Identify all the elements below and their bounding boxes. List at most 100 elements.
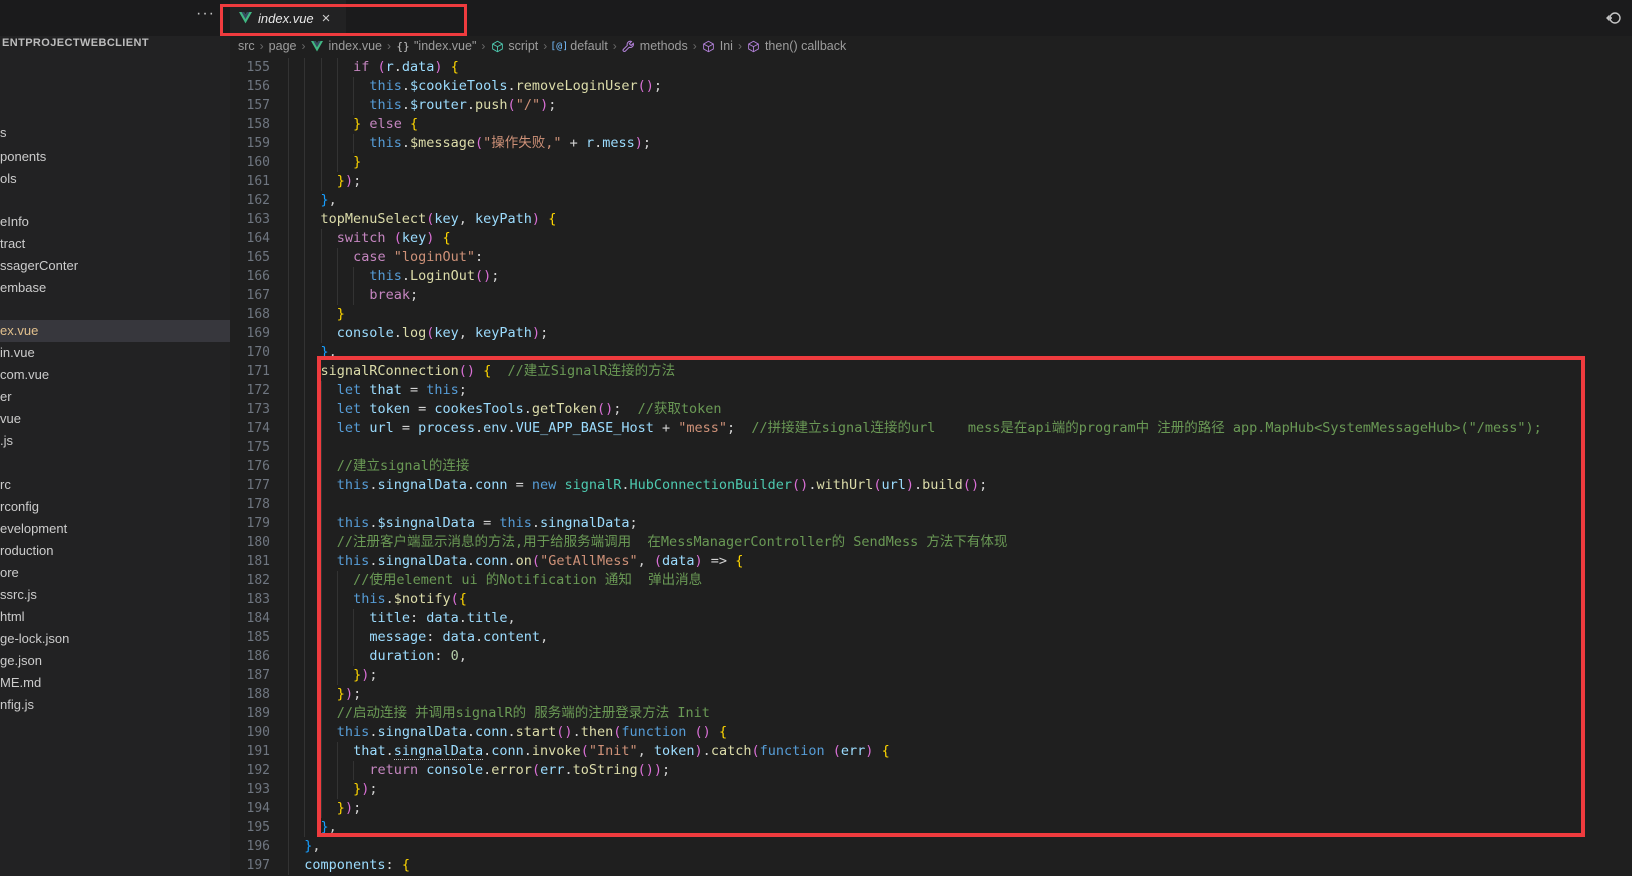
code-line[interactable]: 193 }); [230,780,1632,799]
editor-layout-icon[interactable] [1604,8,1624,28]
code-line[interactable]: 163 topMenuSelect(key, keyPath) { [230,210,1632,229]
code-line[interactable]: 183 this.$notify({ [230,590,1632,609]
code-text: break; [288,286,418,305]
code-line[interactable]: 166 this.LoginOut(); [230,267,1632,286]
file-tree-item[interactable]: er [0,386,230,408]
code-text: this.$message("操作失败," + r.mess); [288,134,651,153]
code-line[interactable]: 186 duration: 0, [230,647,1632,666]
line-number: 196 [246,839,270,854]
breadcrumb-item[interactable]: index.vue [310,39,382,53]
file-tree-item[interactable]: ME.md [0,672,230,694]
indent-guide [304,514,321,533]
code-line[interactable]: 189 //启动连接 并调用signalR的 服务端的注册登录方法 Init [230,704,1632,723]
file-tree-item[interactable]: rc [0,474,230,496]
code-line[interactable]: 157 this.$router.push("/"); [230,96,1632,115]
code-line[interactable]: 182 //使用element ui 的Notification 通知 弹出消息 [230,571,1632,590]
file-tree-item[interactable]: s [0,122,230,144]
breadcrumb-item[interactable]: script [490,39,538,53]
file-tree-item[interactable]: ponents [0,146,230,168]
code-line[interactable]: 174 let url = process.env.VUE_APP_BASE_H… [230,419,1632,438]
code-line[interactable]: 156 this.$cookieTools.removeLoginUser(); [230,77,1632,96]
file-tree-item[interactable]: evelopment [0,518,230,540]
code-line[interactable]: 187 }); [230,666,1632,685]
breadcrumb-item[interactable]: Ini [702,39,733,53]
code-text: duration: 0, [288,647,467,666]
file-tree-item[interactable]: ssrc.js [0,584,230,606]
code-line[interactable]: 164 switch (key) { [230,229,1632,248]
code-line[interactable]: 179 this.$singnalData = this.singnalData… [230,514,1632,533]
code-line[interactable]: 180 //注册客户端显示消息的方法,用于给服务端调用 在MessManager… [230,533,1632,552]
code-line[interactable]: 184 title: data.title, [230,609,1632,628]
indent-guide [353,647,370,666]
code-line[interactable]: 170 }, [230,343,1632,362]
indent-guide [336,286,354,305]
file-tree-item[interactable]: html [0,606,230,628]
code-editor[interactable]: 155 if (r.data) {156 this.$cookieTools.r… [230,58,1632,876]
vue-icon [238,11,252,25]
file-tree-item[interactable]: embase [0,277,230,299]
code-line[interactable]: 160 } [230,153,1632,172]
file-tree-item[interactable]: .js [0,430,230,452]
code-line[interactable]: 171 signalRConnection() { //建立SignalR连接的… [230,362,1632,381]
close-icon[interactable]: × [322,10,331,27]
file-tree-item[interactable]: ols [0,168,230,190]
file-tree-item[interactable]: ge.json [0,650,230,672]
code-line[interactable]: 172 let that = this; [230,381,1632,400]
tab-index-vue[interactable]: index.vue × [230,0,346,36]
file-tree-item[interactable]: in.vue [0,342,230,364]
file-tree-item[interactable]: tract [0,233,230,255]
file-tree-item[interactable]: nfig.js [0,694,230,716]
code-line[interactable]: 167 break; [230,286,1632,305]
breadcrumb-item[interactable]: then() callback [747,39,846,53]
file-tree-item[interactable]: vue [0,408,230,430]
file-tree-item[interactable]: rconfig [0,496,230,518]
vue-icon [310,39,324,53]
code-line[interactable]: 169 console.log(key, keyPath); [230,324,1632,343]
code-line[interactable]: 158 } else { [230,115,1632,134]
indent-guide [304,305,321,324]
indent-guide [320,153,337,172]
code-line[interactable]: 176 //建立signal的连接 [230,457,1632,476]
code-line[interactable]: 155 if (r.data) { [230,58,1632,77]
indent-guide [336,267,354,286]
code-line[interactable]: 188 }); [230,685,1632,704]
code-text: message: data.content, [288,628,548,647]
file-tree-item[interactable]: eInfo [0,211,230,233]
code-line[interactable]: 165 case "loginOut": [230,248,1632,267]
file-tree-item[interactable]: com.vue [0,364,230,386]
code-line[interactable]: 192 return console.error(err.toString())… [230,761,1632,780]
breadcrumb-item[interactable]: methods [622,39,688,53]
code-line[interactable]: 177 this.singnalData.conn = new signalR.… [230,476,1632,495]
breadcrumb-item[interactable]: page [269,39,297,53]
file-tree-item[interactable]: ore [0,562,230,584]
code-line[interactable]: 190 this.singnalData.conn.start().then(f… [230,723,1632,742]
code-line[interactable]: 196 }, [230,837,1632,856]
code-line[interactable]: 175 [230,438,1632,457]
code-line[interactable]: 173 let token = cookesTools.getToken(); … [230,400,1632,419]
code-line[interactable]: 195 }, [230,818,1632,837]
code-line[interactable]: 162 }, [230,191,1632,210]
indent-guide [288,590,305,609]
file-tree-item[interactable]: ex.vue [0,320,230,342]
code-line[interactable]: 178 [230,495,1632,514]
file-tree-item[interactable]: ge-lock.json [0,628,230,650]
more-actions-icon[interactable]: ··· [196,5,215,23]
code-line[interactable]: 161 }); [230,172,1632,191]
indent-guide [320,248,337,267]
file-tree-item[interactable]: roduction [0,540,230,562]
code-line[interactable]: 181 this.singnalData.conn.on("GetAllMess… [230,552,1632,571]
breadcrumb-item[interactable]: [@] default [550,39,608,53]
code-line[interactable]: 191 that.singnalData.conn.invoke("Init",… [230,742,1632,761]
indent-guide [288,742,305,761]
code-line[interactable]: 185 message: data.content, [230,628,1632,647]
file-tree-item[interactable]: ssagerConter [0,255,230,277]
code-line[interactable]: 168 } [230,305,1632,324]
indent-guide [320,96,337,115]
indent-guide [353,761,370,780]
code-line[interactable]: 197 components: { [230,856,1632,875]
breadcrumb-item[interactable]: {} "index.vue" [396,39,476,53]
code-line[interactable]: 194 }); [230,799,1632,818]
indent-guide [336,115,354,134]
code-line[interactable]: 159 this.$message("操作失败," + r.mess); [230,134,1632,153]
breadcrumb-item[interactable]: src [238,39,255,53]
